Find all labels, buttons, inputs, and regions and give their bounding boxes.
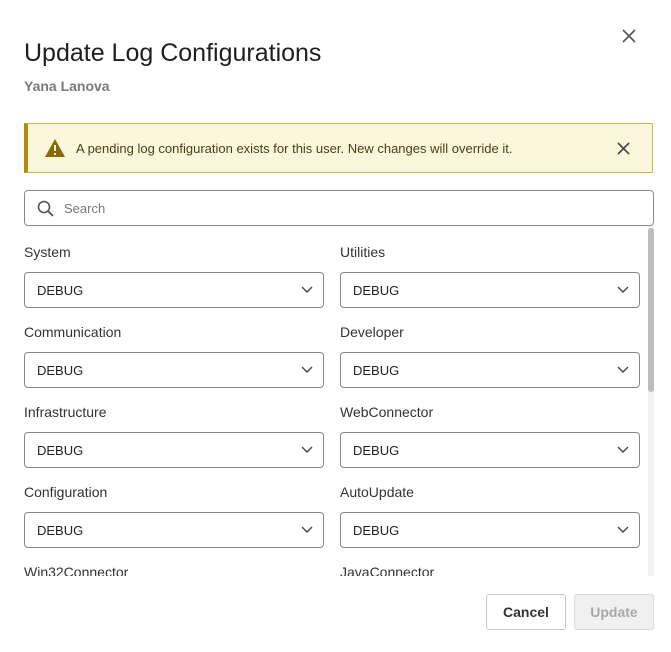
config-row: Communication DEBUG Developer DEBUG [24,322,640,402]
webconnector-level-select[interactable]: DEBUG [340,432,640,468]
list-scrollbar[interactable] [648,226,654,576]
configuration-level-select[interactable]: DEBUG [24,512,324,548]
config-field-configuration: Configuration DEBUG [24,482,340,562]
field-label: JavaConnector [340,564,435,576]
log-config-list[interactable]: System DEBUG Utilities DEBUG Communicati… [24,226,654,576]
scrollbar-thumb[interactable] [648,228,654,392]
autoupdate-level-select[interactable]: DEBUG [340,512,640,548]
update-log-config-dialog: Update Log Configurations Yana Lanova A … [0,0,671,652]
config-field-webconnector: WebConnector DEBUG [340,402,640,482]
field-label: WebConnector [340,404,434,420]
update-button[interactable]: Update [574,594,654,630]
selected-value: DEBUG [353,442,400,458]
config-row: Infrastructure DEBUG WebConnector DEBUG [24,402,640,482]
selected-value: DEBUG [353,362,400,378]
search-icon [37,200,54,217]
field-label: System [24,244,71,260]
close-icon [622,29,636,43]
config-field-infrastructure: Infrastructure DEBUG [24,402,340,482]
chevron-down-icon [301,286,313,294]
selected-value: DEBUG [353,282,400,298]
selected-value: DEBUG [353,522,400,538]
selected-value: DEBUG [37,442,84,458]
developer-level-select[interactable]: DEBUG [340,352,640,388]
field-label: Configuration [24,484,108,500]
config-field-javaconnector: JavaConnector [340,562,640,576]
config-row: System DEBUG Utilities DEBUG [24,242,640,322]
system-level-select[interactable]: DEBUG [24,272,324,308]
chevron-down-icon [301,366,313,374]
field-label: Infrastructure [24,404,107,420]
log-config-grid: System DEBUG Utilities DEBUG Communicati… [24,242,640,576]
config-field-utilities: Utilities DEBUG [340,242,640,322]
search-box[interactable] [24,190,654,226]
config-field-system: System DEBUG [24,242,340,322]
field-label: Communication [24,324,122,340]
config-field-communication: Communication DEBUG [24,322,340,402]
chevron-down-icon [617,366,629,374]
communication-level-select[interactable]: DEBUG [24,352,324,388]
dialog-title: Update Log Configurations [24,39,322,67]
search-input[interactable] [62,199,626,217]
dismiss-banner-button[interactable] [612,137,634,159]
pending-config-warning-banner: A pending log configuration exists for t… [24,123,653,173]
field-label: AutoUpdate [340,484,414,500]
config-row: Win32Connector JavaConnector [24,562,640,576]
config-row: Configuration DEBUG AutoUpdate DEBUG [24,482,640,562]
config-field-developer: Developer DEBUG [340,322,640,402]
warning-message: A pending log configuration exists for t… [76,140,513,156]
utilities-level-select[interactable]: DEBUG [340,272,640,308]
cancel-button[interactable]: Cancel [486,594,566,630]
config-field-win32connector: Win32Connector [24,562,340,576]
chevron-down-icon [617,286,629,294]
field-label: Utilities [340,244,386,260]
field-label: Win32Connector [24,564,129,576]
close-dialog-button[interactable] [617,24,641,48]
chevron-down-icon [301,526,313,534]
chevron-down-icon [617,446,629,454]
chevron-down-icon [301,446,313,454]
selected-value: DEBUG [37,522,84,538]
chevron-down-icon [617,526,629,534]
field-label: Developer [340,324,404,340]
infrastructure-level-select[interactable]: DEBUG [24,432,324,468]
close-icon [616,141,630,155]
selected-value: DEBUG [37,362,84,378]
config-field-autoupdate: AutoUpdate DEBUG [340,482,640,562]
warning-icon [44,136,68,160]
selected-value: DEBUG [37,282,84,298]
dialog-subtitle-user: Yana Lanova [24,78,110,94]
